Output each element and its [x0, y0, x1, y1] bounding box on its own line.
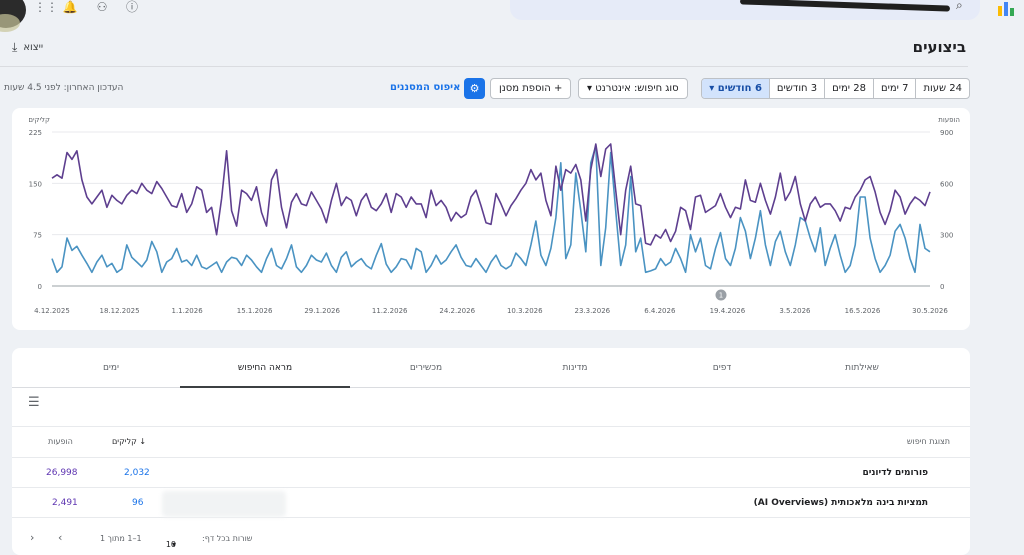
x-tick-label: 15.1.2026 [237, 307, 273, 315]
add-filter-label: הוספת מסנן [499, 83, 551, 94]
x-tick-label: 6.4.2026 [644, 307, 676, 315]
range-24h[interactable]: 24 שעות [915, 79, 969, 98]
x-tick-label: 1.1.2026 [171, 307, 203, 315]
filter-rows-icon[interactable]: ☰ [28, 395, 40, 410]
redacted-scribble [739, 0, 951, 12]
right-tick-label: 600 [940, 180, 953, 188]
dimension-tabs: שאילתות דפים מדינות מכשירים מראה החיפוש … [12, 348, 970, 388]
chevron-down-icon: ▾ [587, 83, 593, 94]
right-tick-label: 300 [940, 232, 953, 240]
notifications-icon[interactable]: 🔔 [62, 0, 78, 16]
search-type-label: סוג חיפוש: אינטרנט [595, 83, 679, 94]
performance-chart: 225 900 150 600 75 300 0 0 קליקים הופעות 4.12.2025… [28, 116, 960, 315]
export-label: ייצוא [23, 42, 44, 53]
reset-filters-link[interactable]: איפוס המסננים [390, 82, 460, 93]
search-icon[interactable]: ⌕ [956, 0, 970, 12]
right-tick-label: 900 [940, 129, 953, 137]
column-impressions[interactable]: הופעות [48, 437, 73, 446]
range-6m-label: 6 חודשים [717, 83, 762, 94]
apps-grid-icon[interactable]: ⋮⋮ [34, 0, 58, 16]
x-tick-label: 16.5.2026 [845, 307, 881, 315]
add-filter-button[interactable]: + הוספת מסנן [490, 78, 572, 99]
table-row[interactable]: פורומים לדיונים 2,032 26,998 [12, 458, 970, 488]
x-tick-label: 30.5.2026 [912, 307, 948, 315]
top-bar: ⋮⋮ 🔔 ⚇ ⓘ ⌕ [0, 0, 1024, 32]
x-tick-label: 18.12.2025 [99, 307, 139, 315]
help-icon[interactable]: ⓘ [124, 0, 140, 16]
range-6m[interactable]: 6 חודשים ▾ [702, 79, 769, 98]
previous-page-icon[interactable]: ‹ [30, 531, 34, 544]
annotation-label: 1 [719, 292, 723, 300]
x-tick-label: 24.2.2026 [439, 307, 475, 315]
rows-per-page-label: שורות בכל דף: [202, 534, 253, 543]
plus-icon: + [553, 83, 563, 94]
row-impressions: 26,998 [46, 468, 78, 478]
tab-countries[interactable]: מדינות [490, 348, 660, 388]
blurred-area [162, 491, 286, 517]
x-tick-label: 29.1.2026 [304, 307, 340, 315]
right-axis-label: הופעות [938, 116, 960, 124]
page-title: ביצועים [912, 38, 966, 56]
row-label: תמציות בינה מלאכותית (AI Overviews) [753, 498, 928, 508]
left-tick-label: 150 [29, 180, 42, 188]
search-console-logo [998, 2, 1014, 16]
tab-devices[interactable]: מכשירים [338, 348, 514, 388]
search-type-chip[interactable]: סוג חיפוש: אינטרנט ▾ [578, 78, 688, 99]
right-tick-label: 0 [940, 283, 944, 291]
x-tick-label: 3.5.2026 [779, 307, 811, 315]
tab-search-appearance[interactable]: מראה החיפוש [180, 348, 350, 388]
last-updated-text: העדכון האחרון: לפני 4.5 שעות [4, 83, 124, 93]
chevron-down-icon: ▾ [171, 540, 176, 549]
table-pager: שורות בכל דף: 10 ▾ 1–1 מתוך 1 › ‹ [12, 528, 970, 550]
row-clicks: 2,032 [124, 468, 150, 478]
range-28d[interactable]: 28 ימים [824, 79, 873, 98]
table-row[interactable]: תמציות בינה מלאכותית (AI Overviews) 96 2… [12, 488, 970, 518]
left-tick-label: 225 [29, 129, 42, 137]
column-clicks-label: קליקים [112, 437, 137, 446]
left-tick-label: 75 [33, 232, 42, 240]
sort-down-icon: ↓ [139, 437, 147, 446]
x-tick-label: 23.3.2026 [574, 307, 610, 315]
left-axis-label: קליקים [28, 116, 50, 124]
avatar-shadow [0, 14, 20, 32]
column-clicks[interactable]: ↓ קליקים [112, 437, 146, 446]
clicks-series-line [51, 144, 931, 274]
x-tick-label: 4.12.2025 [34, 307, 70, 315]
column-search-appearance: תצוגת חיפוש [906, 437, 950, 446]
x-tick-label: 19.4.2026 [710, 307, 746, 315]
row-impressions: 2,491 [52, 498, 78, 508]
range-7d[interactable]: 7 ימים [872, 79, 915, 98]
row-label: פורומים לדיונים [862, 468, 928, 478]
row-clicks: 96 [132, 498, 144, 508]
next-page-icon[interactable]: › [58, 531, 62, 544]
x-tick-label: 11.2.2026 [372, 307, 408, 315]
tab-days[interactable]: ימים [28, 348, 194, 388]
download-icon: ⤓ [12, 40, 18, 54]
table-header: תצוגת חיפוש ↓ קליקים הופעות [12, 426, 970, 458]
x-tick-label: 10.3.2026 [507, 307, 543, 315]
export-button[interactable]: ייצוא ⤓ [12, 40, 43, 55]
performance-chart-card: 225 900 150 600 75 300 0 0 קליקים הופעות 4.12.2025… [12, 108, 970, 330]
range-3m[interactable]: 3 חודשים [768, 79, 824, 98]
left-tick-label: 0 [38, 283, 42, 291]
users-settings-icon[interactable]: ⚇ [94, 0, 110, 16]
filter-settings-button[interactable]: ⚙ [464, 78, 485, 99]
page-range-text: 1–1 מתוך 1 [100, 534, 142, 543]
search-bar[interactable]: ⌕ [510, 0, 980, 20]
header-divider [0, 66, 968, 67]
results-table-card: שאילתות דפים מדינות מכשירים מראה החיפוש … [12, 348, 970, 555]
date-range-selector: 24 שעות 7 ימים 28 ימים 3 חודשים 6 חודשים… [701, 78, 970, 99]
